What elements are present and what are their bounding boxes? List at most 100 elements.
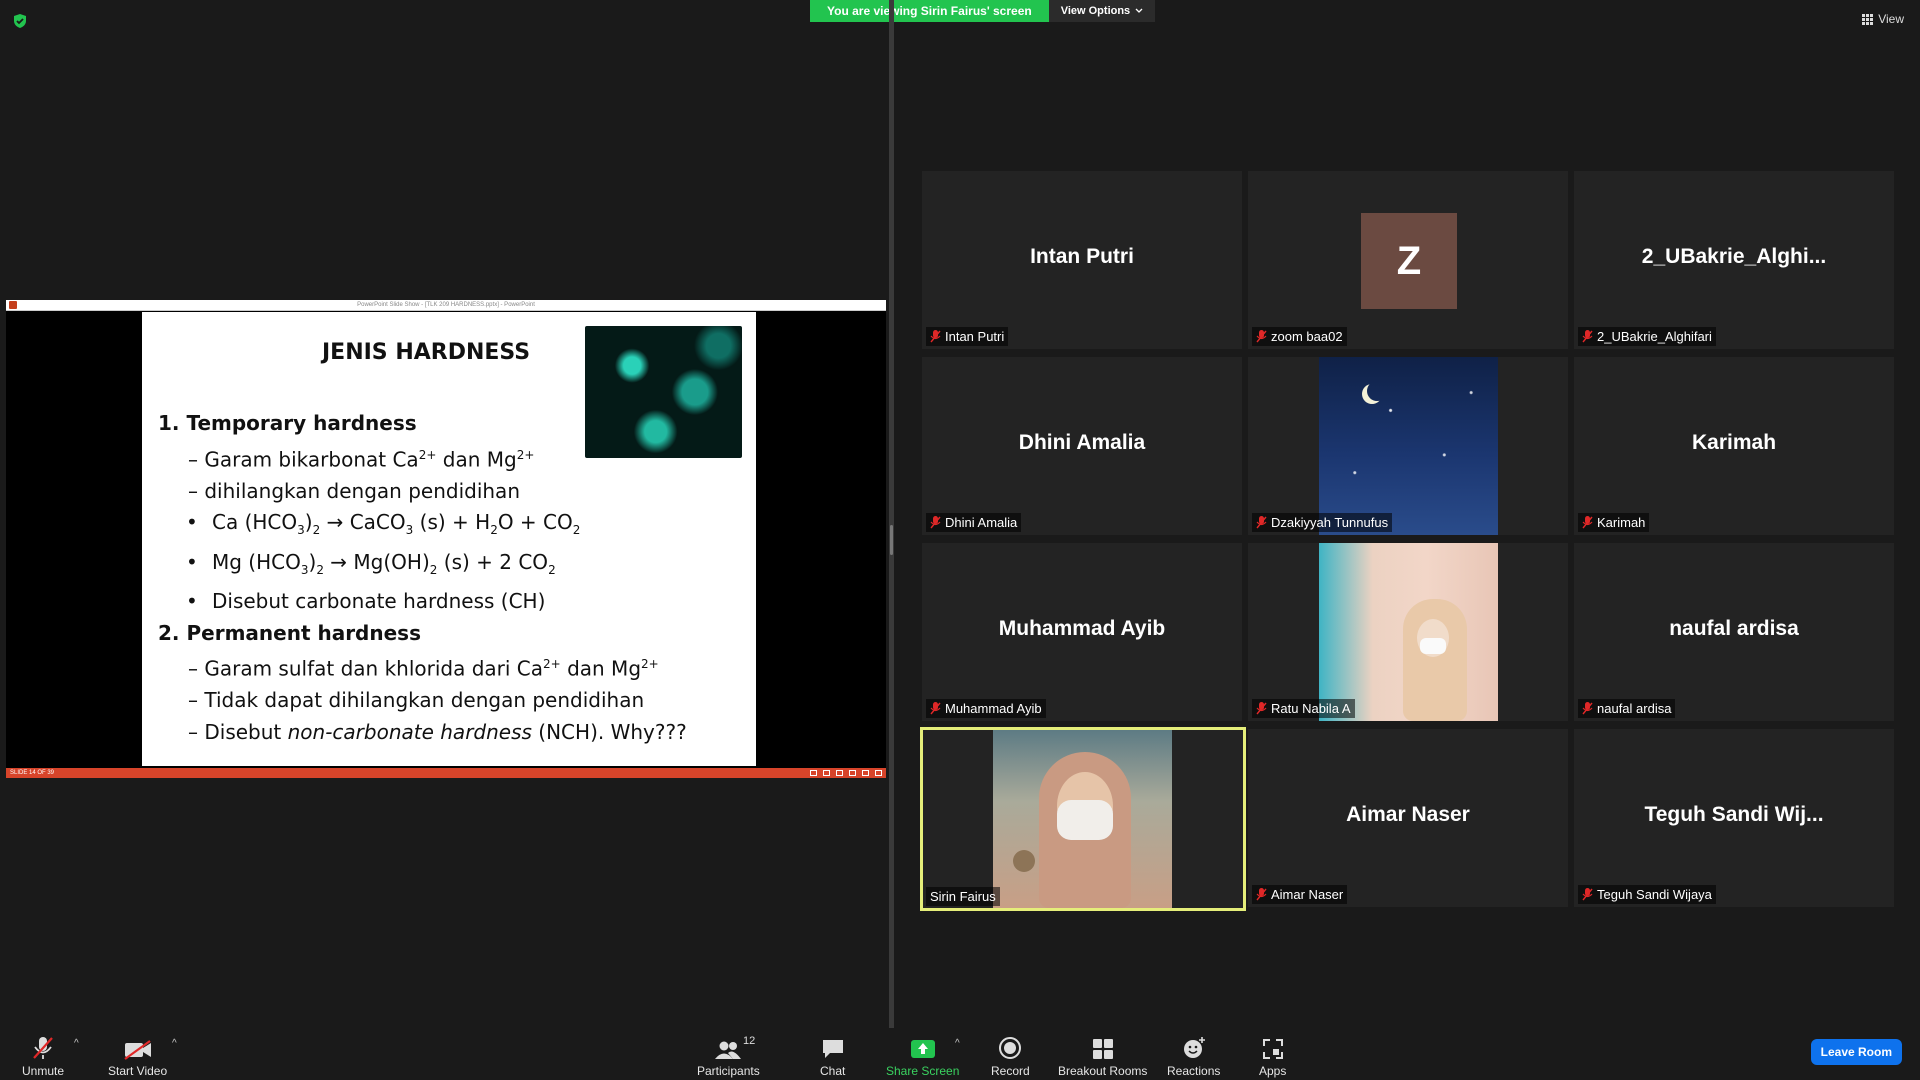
reactions-icon <box>1182 1034 1206 1060</box>
chat-button[interactable]: Chat <box>820 1034 845 1078</box>
participant-name-large: naufal ardisa <box>1669 617 1799 640</box>
participant-tile[interactable]: Intan Putri Intan Putri <box>922 171 1242 349</box>
slideshow-status-bar: SLIDE 14 OF 39 <box>6 768 886 778</box>
record-icon <box>998 1034 1022 1060</box>
participant-label: Intan Putri <box>926 327 1009 346</box>
participant-label: Karimah <box>1578 513 1650 532</box>
participant-tile[interactable]: Z zoom baa02 <box>1248 171 1568 349</box>
slide-body: 1. Temporary hardness – Garam bikarbonat… <box>158 408 687 748</box>
slide-title: JENIS HARDNESS <box>322 340 531 365</box>
participant-name-large: Dhini Amalia <box>1018 431 1146 454</box>
share-options-caret[interactable]: ^ <box>955 1038 960 1049</box>
avatar: Z <box>1361 213 1457 309</box>
participant-tile[interactable]: Dzakiyyah Tunnufus <box>1248 357 1568 535</box>
mic-muted-icon <box>1256 702 1267 715</box>
grid-icon[interactable] <box>849 770 856 776</box>
slideshow-controls[interactable] <box>810 770 882 776</box>
screen-share-banner: You are viewing Sirin Fairus' screen Vie… <box>810 0 1156 22</box>
participant-tile[interactable]: Karimah Karimah <box>1574 357 1894 535</box>
zoom-meeting-window: You are viewing Sirin Fairus' screen Vie… <box>0 0 1920 1080</box>
participant-name-large: 2_UBakrie_Alghi... <box>1641 245 1827 268</box>
slide-line: – Garam bikarbonat Ca2+ dan Mg2+ <box>188 447 535 472</box>
participant-label: naufal ardisa <box>1578 699 1676 718</box>
breakout-rooms-icon <box>1092 1034 1114 1060</box>
participants-icon <box>714 1034 742 1060</box>
mic-muted-icon <box>930 516 941 529</box>
participant-video <box>1319 357 1498 535</box>
participants-count: 12 <box>743 1035 756 1047</box>
next-icon[interactable] <box>823 770 830 776</box>
mic-muted-icon <box>1256 888 1267 901</box>
participant-label: Aimar Naser <box>1252 885 1348 904</box>
slide-line: Mg (HCO3)2 → Mg(OH)2 (s) + 2 CO2 <box>158 547 687 587</box>
leave-room-button[interactable]: Leave Room <box>1810 1039 1902 1065</box>
view-options-label: View Options <box>1060 5 1131 17</box>
chevron-down-icon <box>1135 5 1143 17</box>
divider-handle[interactable] <box>890 525 893 555</box>
mic-muted-icon <box>1256 516 1267 529</box>
participant-label: 2_UBakrie_Alghifari <box>1578 327 1716 346</box>
participant-label: Muhammad Ayib <box>926 699 1046 718</box>
mic-muted-icon <box>930 702 941 715</box>
unmute-button[interactable]: Unmute <box>22 1034 64 1078</box>
shared-screen: PowerPoint Slide Show - [TLK 209 HARDNES… <box>6 300 886 778</box>
participant-name-large: Intan Putri <box>1030 245 1134 268</box>
share-screen-button[interactable]: Share Screen <box>886 1034 959 1078</box>
audio-options-caret[interactable]: ^ <box>74 1038 79 1049</box>
slide-line: – dihilangkan dengan pendidihan <box>188 478 520 503</box>
mic-muted-icon <box>1256 330 1267 343</box>
slide-line: – Tidak dapat dihilangkan dengan pendidi… <box>188 688 645 713</box>
mic-muted-icon <box>1582 702 1593 715</box>
participant-tile[interactable]: Muhammad Ayib Muhammad Ayib <box>922 543 1242 721</box>
split-divider[interactable] <box>889 0 894 1028</box>
more-icon[interactable] <box>875 770 882 776</box>
start-video-button[interactable]: Start Video <box>108 1034 167 1078</box>
participant-label: Dhini Amalia <box>926 513 1022 532</box>
mic-muted-icon <box>930 330 941 343</box>
participant-name-large: Karimah <box>1691 431 1777 454</box>
slide-line: – Garam sulfat dan khlorida dari Ca2+ da… <box>188 656 659 681</box>
participant-video <box>993 730 1172 908</box>
pen-icon[interactable] <box>836 770 843 776</box>
participant-name-large: Muhammad Ayib <box>998 617 1166 640</box>
breakout-rooms-button[interactable]: Breakout Rooms <box>1058 1034 1147 1078</box>
participant-label: Sirin Fairus <box>926 887 1000 906</box>
mic-muted-icon <box>1582 888 1593 901</box>
video-off-icon <box>123 1034 152 1060</box>
participant-label: Teguh Sandi Wijaya <box>1578 885 1716 904</box>
participant-tile-active-speaker[interactable]: Sirin Fairus <box>920 727 1246 911</box>
apps-icon <box>1262 1034 1284 1060</box>
slide-line: – Disebut non-carbonate hardness (NCH). … <box>188 719 687 744</box>
shield-icon[interactable] <box>12 13 28 29</box>
video-options-caret[interactable]: ^ <box>172 1038 177 1049</box>
record-button[interactable]: Record <box>991 1034 1030 1078</box>
participant-video <box>1319 543 1498 721</box>
view-options-button[interactable]: View Options <box>1048 0 1156 22</box>
ppt-title-bar: PowerPoint Slide Show - [TLK 209 HARDNES… <box>6 300 886 311</box>
participant-tile[interactable]: naufal ardisa naufal ardisa <box>1574 543 1894 721</box>
prev-icon[interactable] <box>810 770 817 776</box>
grid-view-icon <box>1862 13 1874 25</box>
participant-tile[interactable]: Dhini Amalia Dhini Amalia <box>922 357 1242 535</box>
ppt-title: PowerPoint Slide Show - [TLK 209 HARDNES… <box>357 302 535 308</box>
participant-name-large: Teguh Sandi Wij... <box>1644 803 1824 826</box>
slide-line: 2. Permanent hardness <box>158 620 421 645</box>
mic-muted-icon <box>1582 516 1593 529</box>
view-button[interactable]: View <box>1862 12 1904 26</box>
participant-label: Dzakiyyah Tunnufus <box>1252 513 1393 532</box>
participant-tile[interactable]: Teguh Sandi Wij... Teguh Sandi Wijaya <box>1574 729 1894 907</box>
viewing-screen-label: You are viewing Sirin Fairus' screen <box>810 0 1049 22</box>
participant-tile[interactable]: 2_UBakrie_Alghi... 2_UBakrie_Alghifari <box>1574 171 1894 349</box>
apps-button[interactable]: Apps <box>1259 1034 1286 1078</box>
moon-icon <box>1367 381 1387 401</box>
participant-label: zoom baa02 <box>1252 327 1347 346</box>
participant-tile[interactable]: Aimar Naser Aimar Naser <box>1248 729 1568 907</box>
participant-tile[interactable]: Ratu Nabila A <box>1248 543 1568 721</box>
mic-muted-icon <box>1582 330 1593 343</box>
slide-line: Disebut carbonate hardness (CH) <box>158 586 687 618</box>
view-label: View <box>1878 12 1904 26</box>
participant-label: Ratu Nabila A <box>1252 699 1355 718</box>
zoom-icon[interactable] <box>862 770 869 776</box>
slide-line: 1. Temporary hardness <box>158 411 417 435</box>
reactions-button[interactable]: Reactions <box>1167 1034 1220 1078</box>
